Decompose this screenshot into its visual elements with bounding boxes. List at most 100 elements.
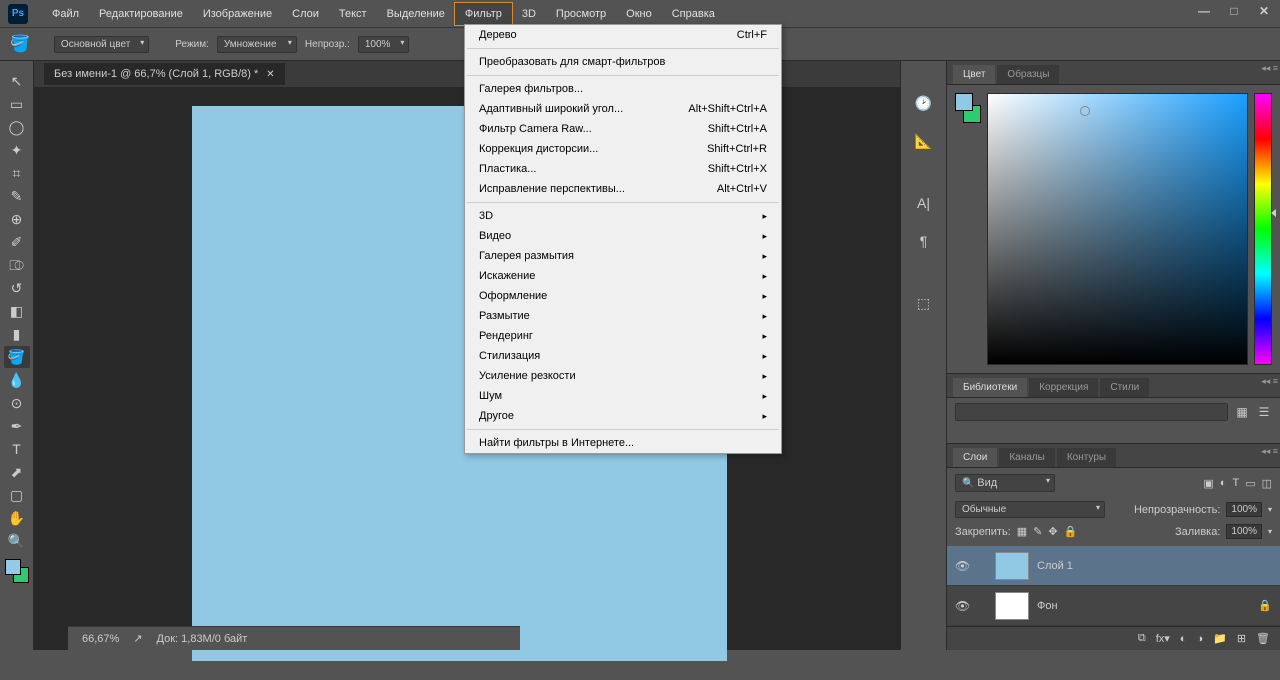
close-button[interactable]: ✕ [1256, 4, 1272, 18]
foreground-color[interactable] [5, 559, 21, 575]
menu-item[interactable]: Коррекция дисторсии...Shift+Ctrl+R [465, 139, 781, 159]
grid-view-icon[interactable]: ▦ [1234, 404, 1250, 420]
layer-filter-dropdown[interactable]: 🔍 Вид [955, 474, 1055, 492]
layer-opacity-value[interactable]: 100% [1226, 502, 1262, 517]
gradient-tool[interactable]: ▮ [4, 323, 30, 345]
menu-слои[interactable]: Слои [282, 3, 329, 25]
eraser-tool[interactable]: ◧ [4, 300, 30, 322]
color-swatch[interactable] [5, 559, 29, 583]
tab-paths[interactable]: Контуры [1057, 448, 1116, 467]
menu-просмотр[interactable]: Просмотр [546, 3, 616, 25]
filter-shape-icon[interactable]: ▭ [1245, 477, 1255, 490]
visibility-icon[interactable]: 👁 [955, 559, 969, 573]
chevron-down-icon[interactable]: ▾ [1268, 505, 1272, 514]
new-layer-icon[interactable]: ⊞ [1237, 632, 1246, 645]
menu-item[interactable]: ДеревоCtrl+F [465, 25, 781, 45]
tab-swatches[interactable]: Образцы [997, 65, 1059, 84]
menu-item[interactable]: Усиление резкости [465, 366, 781, 386]
group-icon[interactable]: 📁 [1213, 632, 1227, 645]
zoom-level[interactable]: 66,67% [82, 633, 119, 645]
chevron-down-icon[interactable]: ▾ [1268, 527, 1272, 536]
pen-tool[interactable]: ✒ [4, 415, 30, 437]
layer-blend-dropdown[interactable]: Обычные [955, 501, 1105, 518]
move-tool[interactable]: ↖ [4, 70, 30, 92]
tab-channels[interactable]: Каналы [999, 448, 1055, 467]
tab-adjustments[interactable]: Коррекция [1029, 378, 1098, 397]
menu-файл[interactable]: Файл [42, 3, 89, 25]
lock-all-icon[interactable]: 🔒 [1064, 525, 1078, 538]
tab-color[interactable]: Цвет [953, 65, 995, 84]
path-select-tool[interactable]: ⬈ [4, 461, 30, 483]
menu-фильтр[interactable]: Фильтр [455, 3, 512, 25]
history-brush-tool[interactable]: ↺ [4, 277, 30, 299]
menu-item[interactable]: Искажение [465, 266, 781, 286]
library-dropdown[interactable] [955, 403, 1228, 421]
hand-tool[interactable]: ✋ [4, 507, 30, 529]
menu-item[interactable]: Видео [465, 226, 781, 246]
lasso-tool[interactable]: ◯ [4, 116, 30, 138]
menu-item[interactable]: Шум [465, 386, 781, 406]
layer-name[interactable]: Слой 1 [1037, 560, 1073, 572]
collapse-icon[interactable]: ◂◂ ≡ [1261, 63, 1278, 74]
filter-type-icon[interactable]: T [1232, 477, 1239, 490]
zoom-tool[interactable]: 🔍 [4, 530, 30, 552]
menu-изображение[interactable]: Изображение [193, 3, 282, 25]
list-view-icon[interactable]: ☰ [1256, 404, 1272, 420]
shape-tool[interactable]: ▢ [4, 484, 30, 506]
menu-item[interactable]: Найти фильтры в Интернете... [465, 433, 781, 453]
paragraph-panel-icon[interactable]: ¶ [912, 229, 936, 253]
menu-item[interactable]: Пластика...Shift+Ctrl+X [465, 159, 781, 179]
eyedropper-tool[interactable]: ✎ [4, 185, 30, 207]
stamp-tool[interactable]: ⎄ [4, 254, 30, 276]
color-field[interactable] [987, 93, 1248, 365]
menu-выделение[interactable]: Выделение [377, 3, 455, 25]
menu-текст[interactable]: Текст [329, 3, 377, 25]
visibility-icon[interactable]: 👁 [955, 599, 969, 613]
brush-tool[interactable]: ✐ [4, 231, 30, 253]
adjustment-layer-icon[interactable]: ◑ [1196, 633, 1203, 645]
menu-item[interactable]: 3D [465, 206, 781, 226]
history-panel-icon[interactable]: 🕑 [912, 91, 936, 115]
collapse-icon[interactable]: ◂◂ ≡ [1261, 446, 1278, 457]
menu-item[interactable]: Преобразовать для смарт-фильтров [465, 52, 781, 72]
menu-окно[interactable]: Окно [616, 3, 662, 25]
blur-tool[interactable]: 💧 [4, 369, 30, 391]
tab-libraries[interactable]: Библиотеки [953, 378, 1027, 397]
filter-adjust-icon[interactable]: ◐ [1220, 477, 1227, 490]
hue-slider[interactable] [1254, 93, 1272, 365]
blend-mode-dropdown[interactable]: Умножение [217, 36, 297, 53]
layer-fx-icon[interactable]: fx▾ [1156, 632, 1170, 645]
marquee-tool[interactable]: ▭ [4, 93, 30, 115]
filter-smart-icon[interactable]: ◫ [1262, 477, 1272, 490]
layer-mask-icon[interactable]: ◐ [1180, 633, 1187, 645]
menu-item[interactable]: Галерея фильтров... [465, 79, 781, 99]
menu-item[interactable]: Галерея размытия [465, 246, 781, 266]
crop-tool[interactable]: ⌗ [4, 162, 30, 184]
layer-row[interactable]: 👁 Слой 1 [947, 546, 1280, 586]
3d-panel-icon[interactable]: ⬚ [912, 291, 936, 315]
layer-fill-value[interactable]: 100% [1226, 524, 1262, 539]
quick-select-tool[interactable]: ✦ [4, 139, 30, 161]
dodge-tool[interactable]: ⊙ [4, 392, 30, 414]
layer-thumbnail[interactable] [995, 552, 1029, 580]
type-tool[interactable]: T [4, 438, 30, 460]
filter-pixel-icon[interactable]: ▣ [1203, 477, 1213, 490]
lock-pixels-icon[interactable]: ✎ [1033, 525, 1042, 538]
menu-item[interactable]: Фильтр Camera Raw...Shift+Ctrl+A [465, 119, 781, 139]
maximize-button[interactable]: □ [1226, 4, 1242, 18]
panel-color-swatch[interactable] [955, 93, 981, 123]
menu-item[interactable]: Адаптивный широкий угол...Alt+Shift+Ctrl… [465, 99, 781, 119]
layer-name[interactable]: Фон [1037, 600, 1058, 612]
menu-item[interactable]: Другое [465, 406, 781, 426]
menu-item[interactable]: Оформление [465, 286, 781, 306]
delete-layer-icon[interactable]: 🗑 [1256, 632, 1270, 645]
menu-item[interactable]: Размытие [465, 306, 781, 326]
close-tab-icon[interactable]: ✕ [266, 69, 274, 80]
fill-source-dropdown[interactable]: Основной цвет [54, 36, 149, 53]
tab-styles[interactable]: Стили [1100, 378, 1149, 397]
menu-item[interactable]: Стилизация [465, 346, 781, 366]
layer-thumbnail[interactable] [995, 592, 1029, 620]
layer-row[interactable]: 👁 Фон 🔒 [947, 586, 1280, 626]
tab-layers[interactable]: Слои [953, 448, 997, 467]
menu-редактирование[interactable]: Редактирование [89, 3, 193, 25]
